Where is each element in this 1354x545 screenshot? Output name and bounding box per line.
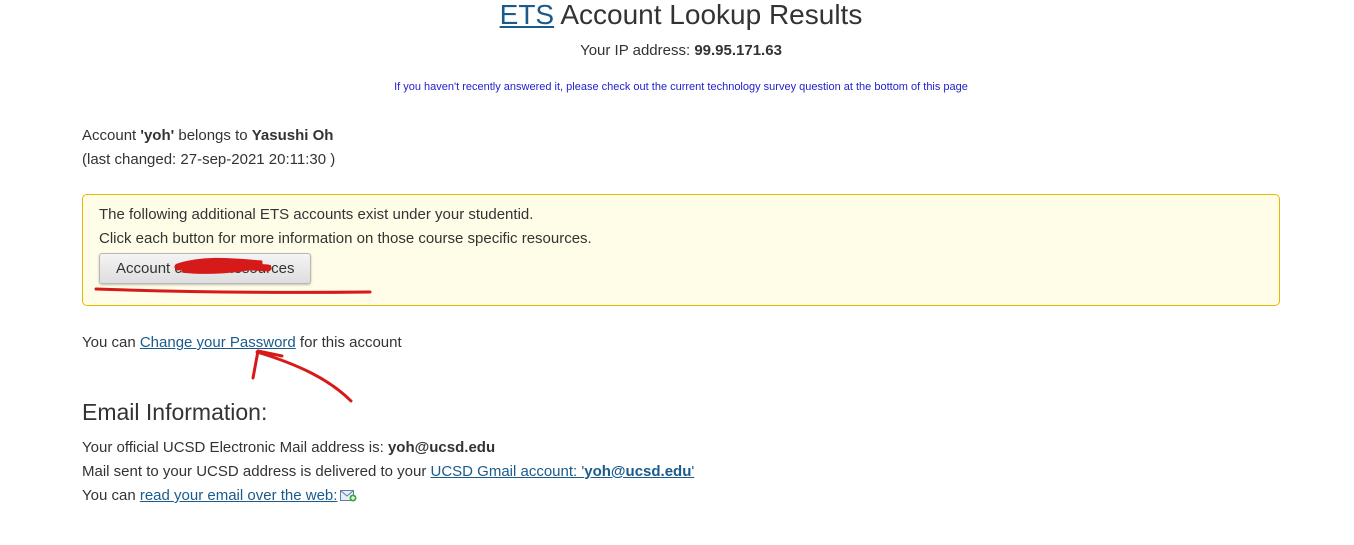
gmail-link-address: yoh@ucsd.edu [584, 463, 692, 480]
account-button-course: cs20fa [174, 260, 219, 277]
official-email-line: Your official UCSD Electronic Mail addre… [82, 436, 694, 460]
password-prefix: You can [82, 334, 140, 351]
email-info-block: Your official UCSD Electronic Mail addre… [82, 436, 694, 508]
account-owner-line: Account 'yoh' belongs to Yasushi Oh [82, 124, 335, 148]
ets-link[interactable]: ETS [500, 0, 554, 30]
survey-notice[interactable]: If you haven't recently answered it, ple… [0, 80, 1354, 94]
ip-label: Your IP address: [580, 42, 695, 59]
gmail-delivery-line: Mail sent to your UCSD address is delive… [82, 460, 694, 484]
delivery-label: Mail sent to your UCSD address is delive… [82, 463, 431, 480]
page-title: ETS Account Lookup Results [0, 0, 1354, 30]
account-button-prefix: Account [116, 260, 175, 277]
webmail-line: You can read your email over the web: [82, 484, 694, 508]
belongs-to-text: belongs to [174, 127, 252, 144]
change-password-link[interactable]: Change your Password [140, 334, 296, 351]
read-email-web-link[interactable]: read your email over the web: [140, 487, 358, 504]
webmail-prefix: You can [82, 487, 140, 504]
gmail-link-suffix: ' [691, 463, 695, 480]
notice-line-2: Click each button for more information o… [99, 230, 592, 247]
account-button-suffix: Resources [218, 260, 295, 277]
page-title-text: Account Lookup Results [554, 0, 863, 30]
account-owner-block: Account 'yoh' belongs to Yasushi Oh (las… [82, 124, 335, 172]
owner-name: Yasushi Oh [251, 127, 334, 144]
ip-address-line: Your IP address: 99.95.171.63 [0, 42, 1354, 60]
ip-value: 99.95.171.63 [694, 42, 782, 59]
arrow-annotation [251, 349, 353, 403]
last-changed: (last changed: 27-sep-2021 20:11:30 ) [82, 151, 336, 168]
account-username: 'yoh' [140, 127, 175, 144]
additional-accounts-notice: The following additional ETS accounts ex… [82, 194, 1280, 306]
gmail-link-prefix: UCSD Gmail account: ' [430, 463, 585, 480]
read-email-web-text: read your email over the web: [139, 487, 338, 504]
email-heading: Email Information: [82, 399, 268, 425]
account-prefix: Account [82, 127, 141, 144]
change-password-line: You can Change your Password for this ac… [82, 332, 402, 354]
gmail-account-link[interactable]: UCSD Gmail account: 'yoh@ucsd.edu' [430, 463, 694, 480]
password-suffix: for this account [295, 334, 402, 351]
notice-line-1: The following additional ETS accounts ex… [99, 206, 534, 223]
official-email-label: Your official UCSD Electronic Mail addre… [82, 439, 388, 456]
official-email-address: yoh@ucsd.edu [387, 439, 496, 456]
account-resources-button[interactable]: Account cs20fa Resources [99, 253, 312, 284]
mail-icon[interactable] [340, 489, 357, 502]
